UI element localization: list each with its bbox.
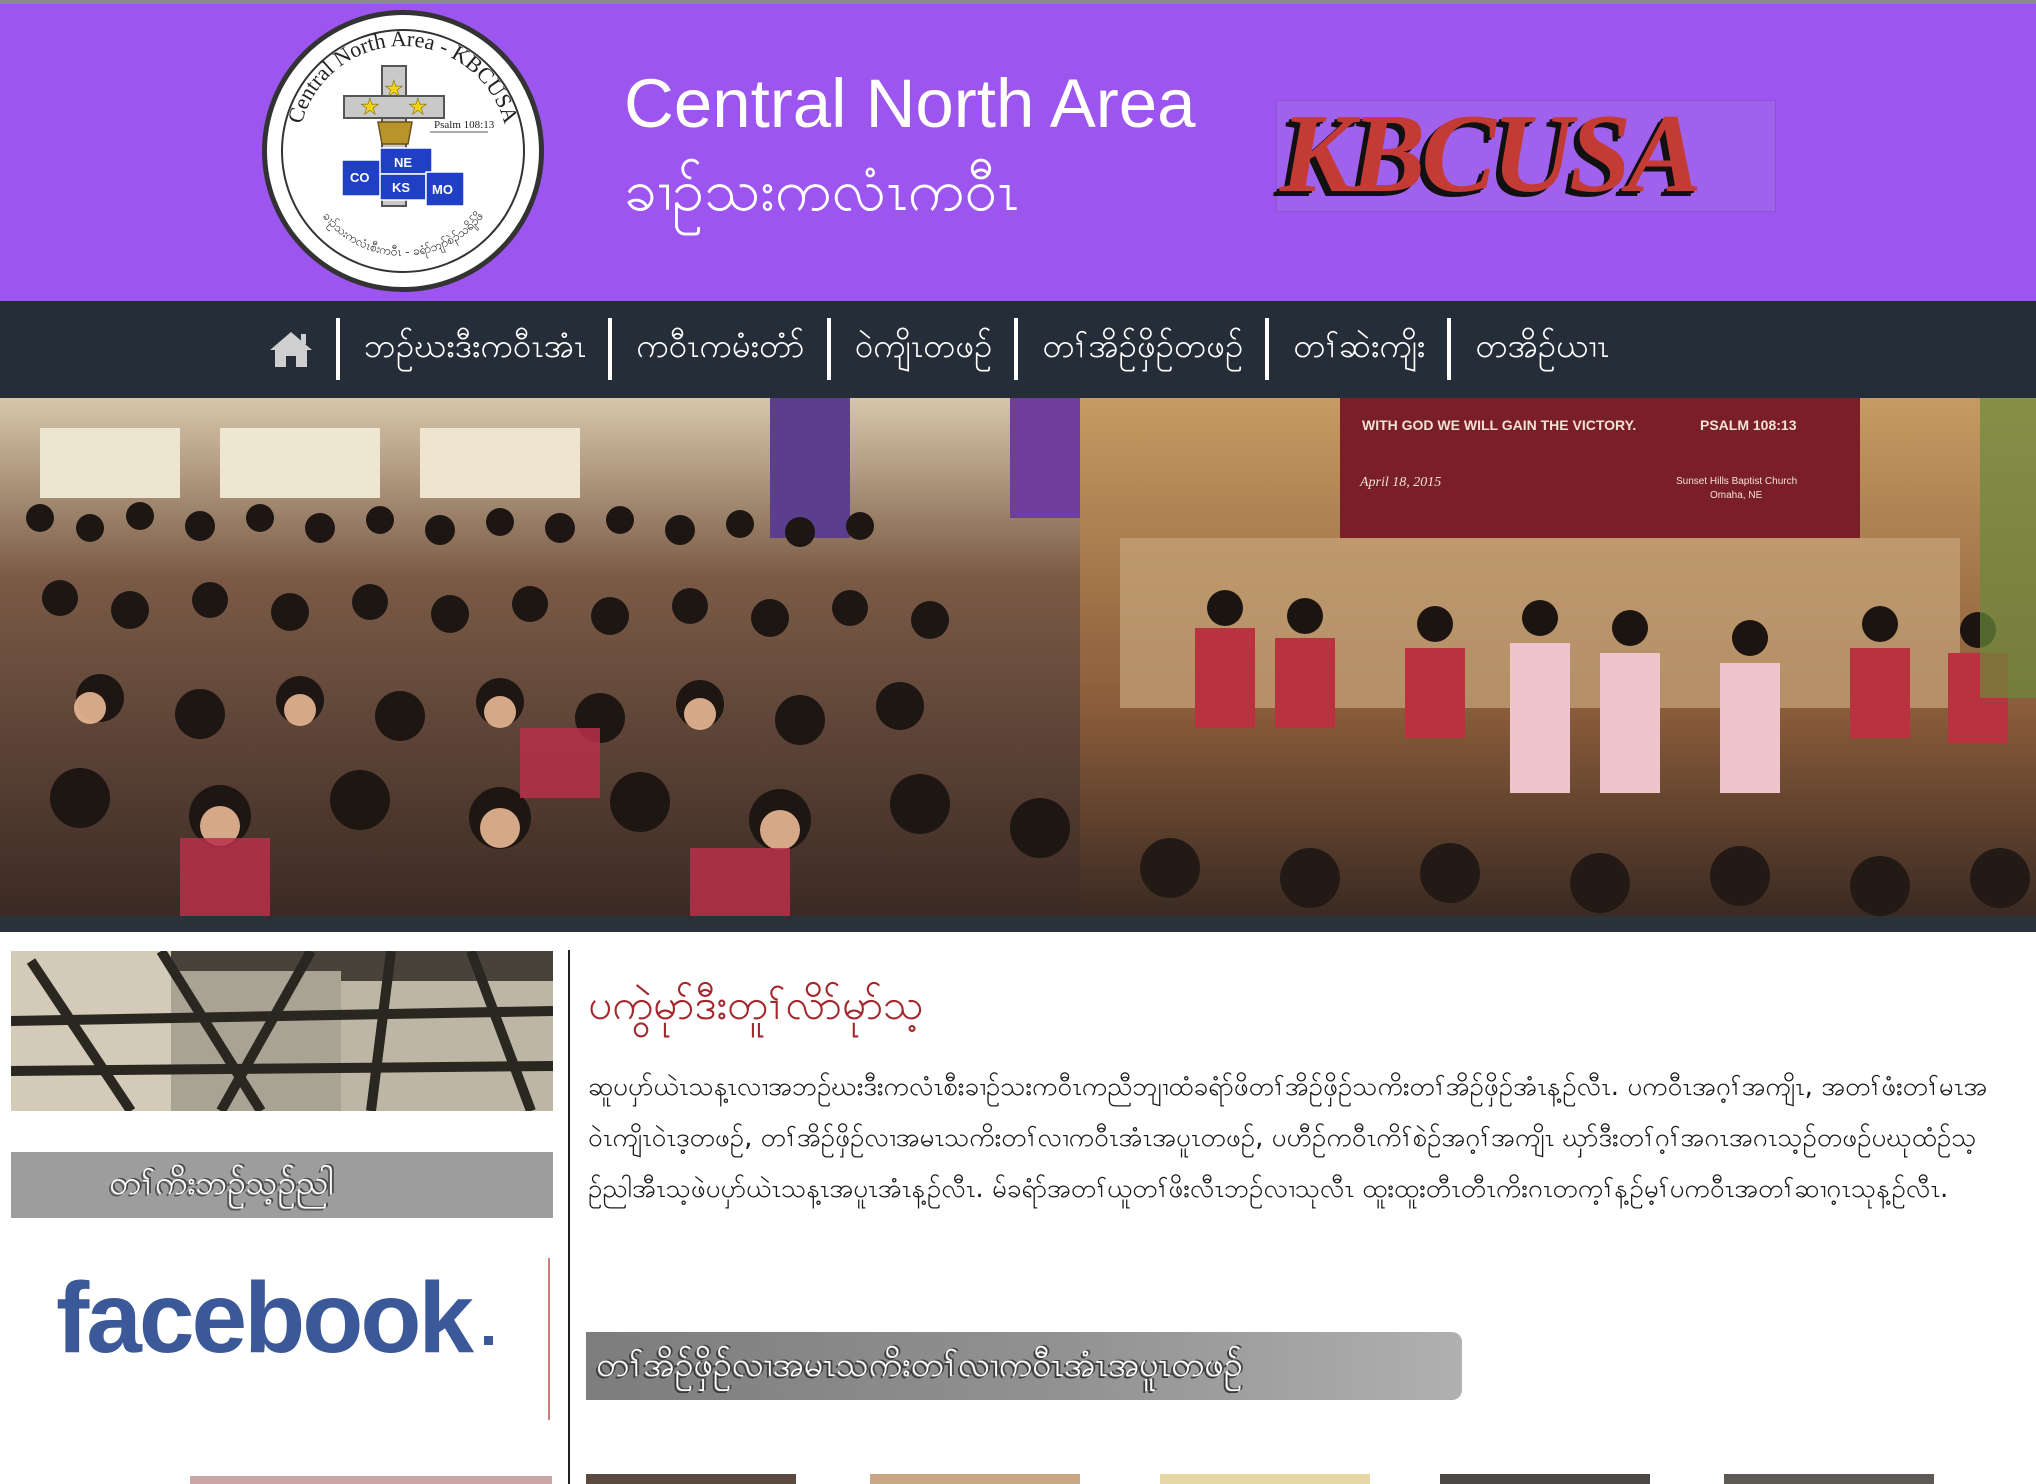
seal-emblem: Central North Area - KBCUSA ခၢဉ်သးကလံၤစီ… bbox=[282, 26, 524, 261]
hero-banner-date: April 18, 2015 bbox=[1359, 475, 1441, 490]
seal-star-icon: ★ bbox=[360, 95, 380, 120]
hero-bottom-bar bbox=[0, 916, 2036, 932]
events-section-label: တၢ်အိဉ်ဖှိဉ်လၢအမၤသကိးတၢ်လၢကဝီၤအံၤအပူၤတဖဉ… bbox=[596, 1345, 1243, 1385]
event-thumbnail[interactable] bbox=[1724, 1474, 1934, 1484]
hero-banner-verse: PSALM 108:13 bbox=[1700, 417, 1797, 433]
site-header: Central North Area - KBCUSA ခၢဉ်သးကလံၤစီ… bbox=[0, 0, 2036, 301]
nav-item-events[interactable]: တၢ်အိဉ်ဖှိဉ်တဖဉ် bbox=[1042, 325, 1243, 374]
sidebar-next-widget[interactable] bbox=[190, 1476, 552, 1484]
kbcusa-logo[interactable]: KBCUSA bbox=[1280, 98, 1702, 210]
event-thumbnail[interactable] bbox=[870, 1474, 1080, 1484]
nav-home-link[interactable] bbox=[268, 326, 314, 372]
seal-state-ne: NE bbox=[394, 155, 412, 170]
hero-banner-city: Omaha, NE bbox=[1710, 490, 1763, 501]
events-section-banner[interactable]: တၢ်အိဉ်ဖှိဉ်လၢအမၤသကိးတၢ်လၢကဝီၤအံၤအပူၤတဖဉ… bbox=[586, 1332, 1462, 1400]
sidebar-contact-label: တၢ်ကိးဘဉ်သ့ဉ်ညါ bbox=[109, 1163, 334, 1202]
nav-separator bbox=[1014, 318, 1019, 380]
nav-item-contact[interactable]: တၢ်ဆဲးကျိး bbox=[1293, 325, 1425, 374]
hero-banner-church: Sunset Hills Baptist Church bbox=[1676, 476, 1797, 487]
nav-separator bbox=[826, 318, 831, 380]
event-thumbnail[interactable] bbox=[1440, 1474, 1650, 1484]
hero-banner-photo: WITH GOD WE WILL GAIN THE VICTORY. PSALM… bbox=[0, 398, 2036, 916]
svg-text:ခၢဉ်သးကလံၤစီးကဝီၤ - ခရံာ်ဘျာ်စ: ခၢဉ်သးကလံၤစီးကဝီၤ - ခရံာ်ဘျာ်စဲၣ်သရိၣ်ဖိ bbox=[320, 209, 486, 261]
main-navigation: ဘဉ်ဃးဒီးကဝီၤအံၤ ကဝီၤကမံးတံာ် ဝဲကျိၤတဖဉ် … bbox=[0, 301, 2036, 398]
hero-congregation-image: WITH GOD WE WILL GAIN THE VICTORY. PSALM… bbox=[0, 398, 2036, 916]
seal-state-ks: KS bbox=[392, 180, 410, 195]
content-divider bbox=[568, 950, 570, 1484]
seal-star-icon: ★ bbox=[384, 77, 404, 102]
nav-separator bbox=[1265, 318, 1270, 380]
nav-separator bbox=[1447, 318, 1452, 380]
nav-item-churches[interactable]: ဝဲကျိၤတဖဉ် bbox=[855, 325, 993, 374]
nav-item-more[interactable]: တအိဉ်ယၢၤ bbox=[1475, 325, 1609, 374]
welcome-paragraph: ဆူပပှာ်ယဲၤသန့ၤလၢအဘဉ်ဃးဒီးကလံၤစီးခၢဉ်သးကဝ… bbox=[588, 1072, 1988, 1204]
seal-state-co: CO bbox=[350, 170, 370, 185]
sidebar-contact-banner[interactable]: တၢ်ကိးဘဉ်သ့ဉ်ညါ bbox=[11, 1152, 553, 1218]
event-thumbnail[interactable] bbox=[586, 1474, 796, 1484]
sidebar-photo bbox=[11, 951, 553, 1111]
nav-item-committee[interactable]: ကဝီၤကမံးတံာ် bbox=[636, 325, 804, 374]
facebook-logo-dot bbox=[484, 1336, 493, 1345]
home-icon bbox=[270, 332, 312, 367]
nav-separator bbox=[608, 318, 613, 380]
nav-item-about[interactable]: ဘဉ်ဃးဒီးကဝီၤအံၤ bbox=[364, 325, 586, 374]
seal-verse: Psalm 108:13 bbox=[434, 119, 495, 131]
seal-state-mo: MO bbox=[432, 182, 453, 197]
seal-ring-text-bottom: ခၢဉ်သးကလံၤစီးကဝီၤ - ခရံာ်ဘျာ်စဲၣ်သရိၣ်ဖိ bbox=[320, 209, 486, 261]
event-thumbnail[interactable] bbox=[1160, 1474, 1370, 1484]
sidebar-image-scaffold[interactable] bbox=[11, 951, 553, 1111]
nav-separator bbox=[336, 318, 340, 380]
welcome-title: ပကွဲမုာ်ဒီးတူၢ်လိာ်မုာ်သ့ bbox=[588, 980, 924, 1029]
hero-banner-motto: WITH GOD WE WILL GAIN THE VICTORY. bbox=[1362, 417, 1636, 433]
seal-star-icon: ★ bbox=[408, 95, 428, 120]
sidebar-rule bbox=[548, 1258, 550, 1420]
site-title-karen: ခၢဉ်သးကလံၤကဝီၤ bbox=[624, 156, 1019, 224]
facebook-logo[interactable]: facebook bbox=[56, 1268, 474, 1368]
site-title-english: Central North Area bbox=[624, 65, 1196, 142]
area-seal-logo[interactable]: Central North Area - KBCUSA ခၢဉ်သးကလံၤစီ… bbox=[262, 10, 544, 292]
